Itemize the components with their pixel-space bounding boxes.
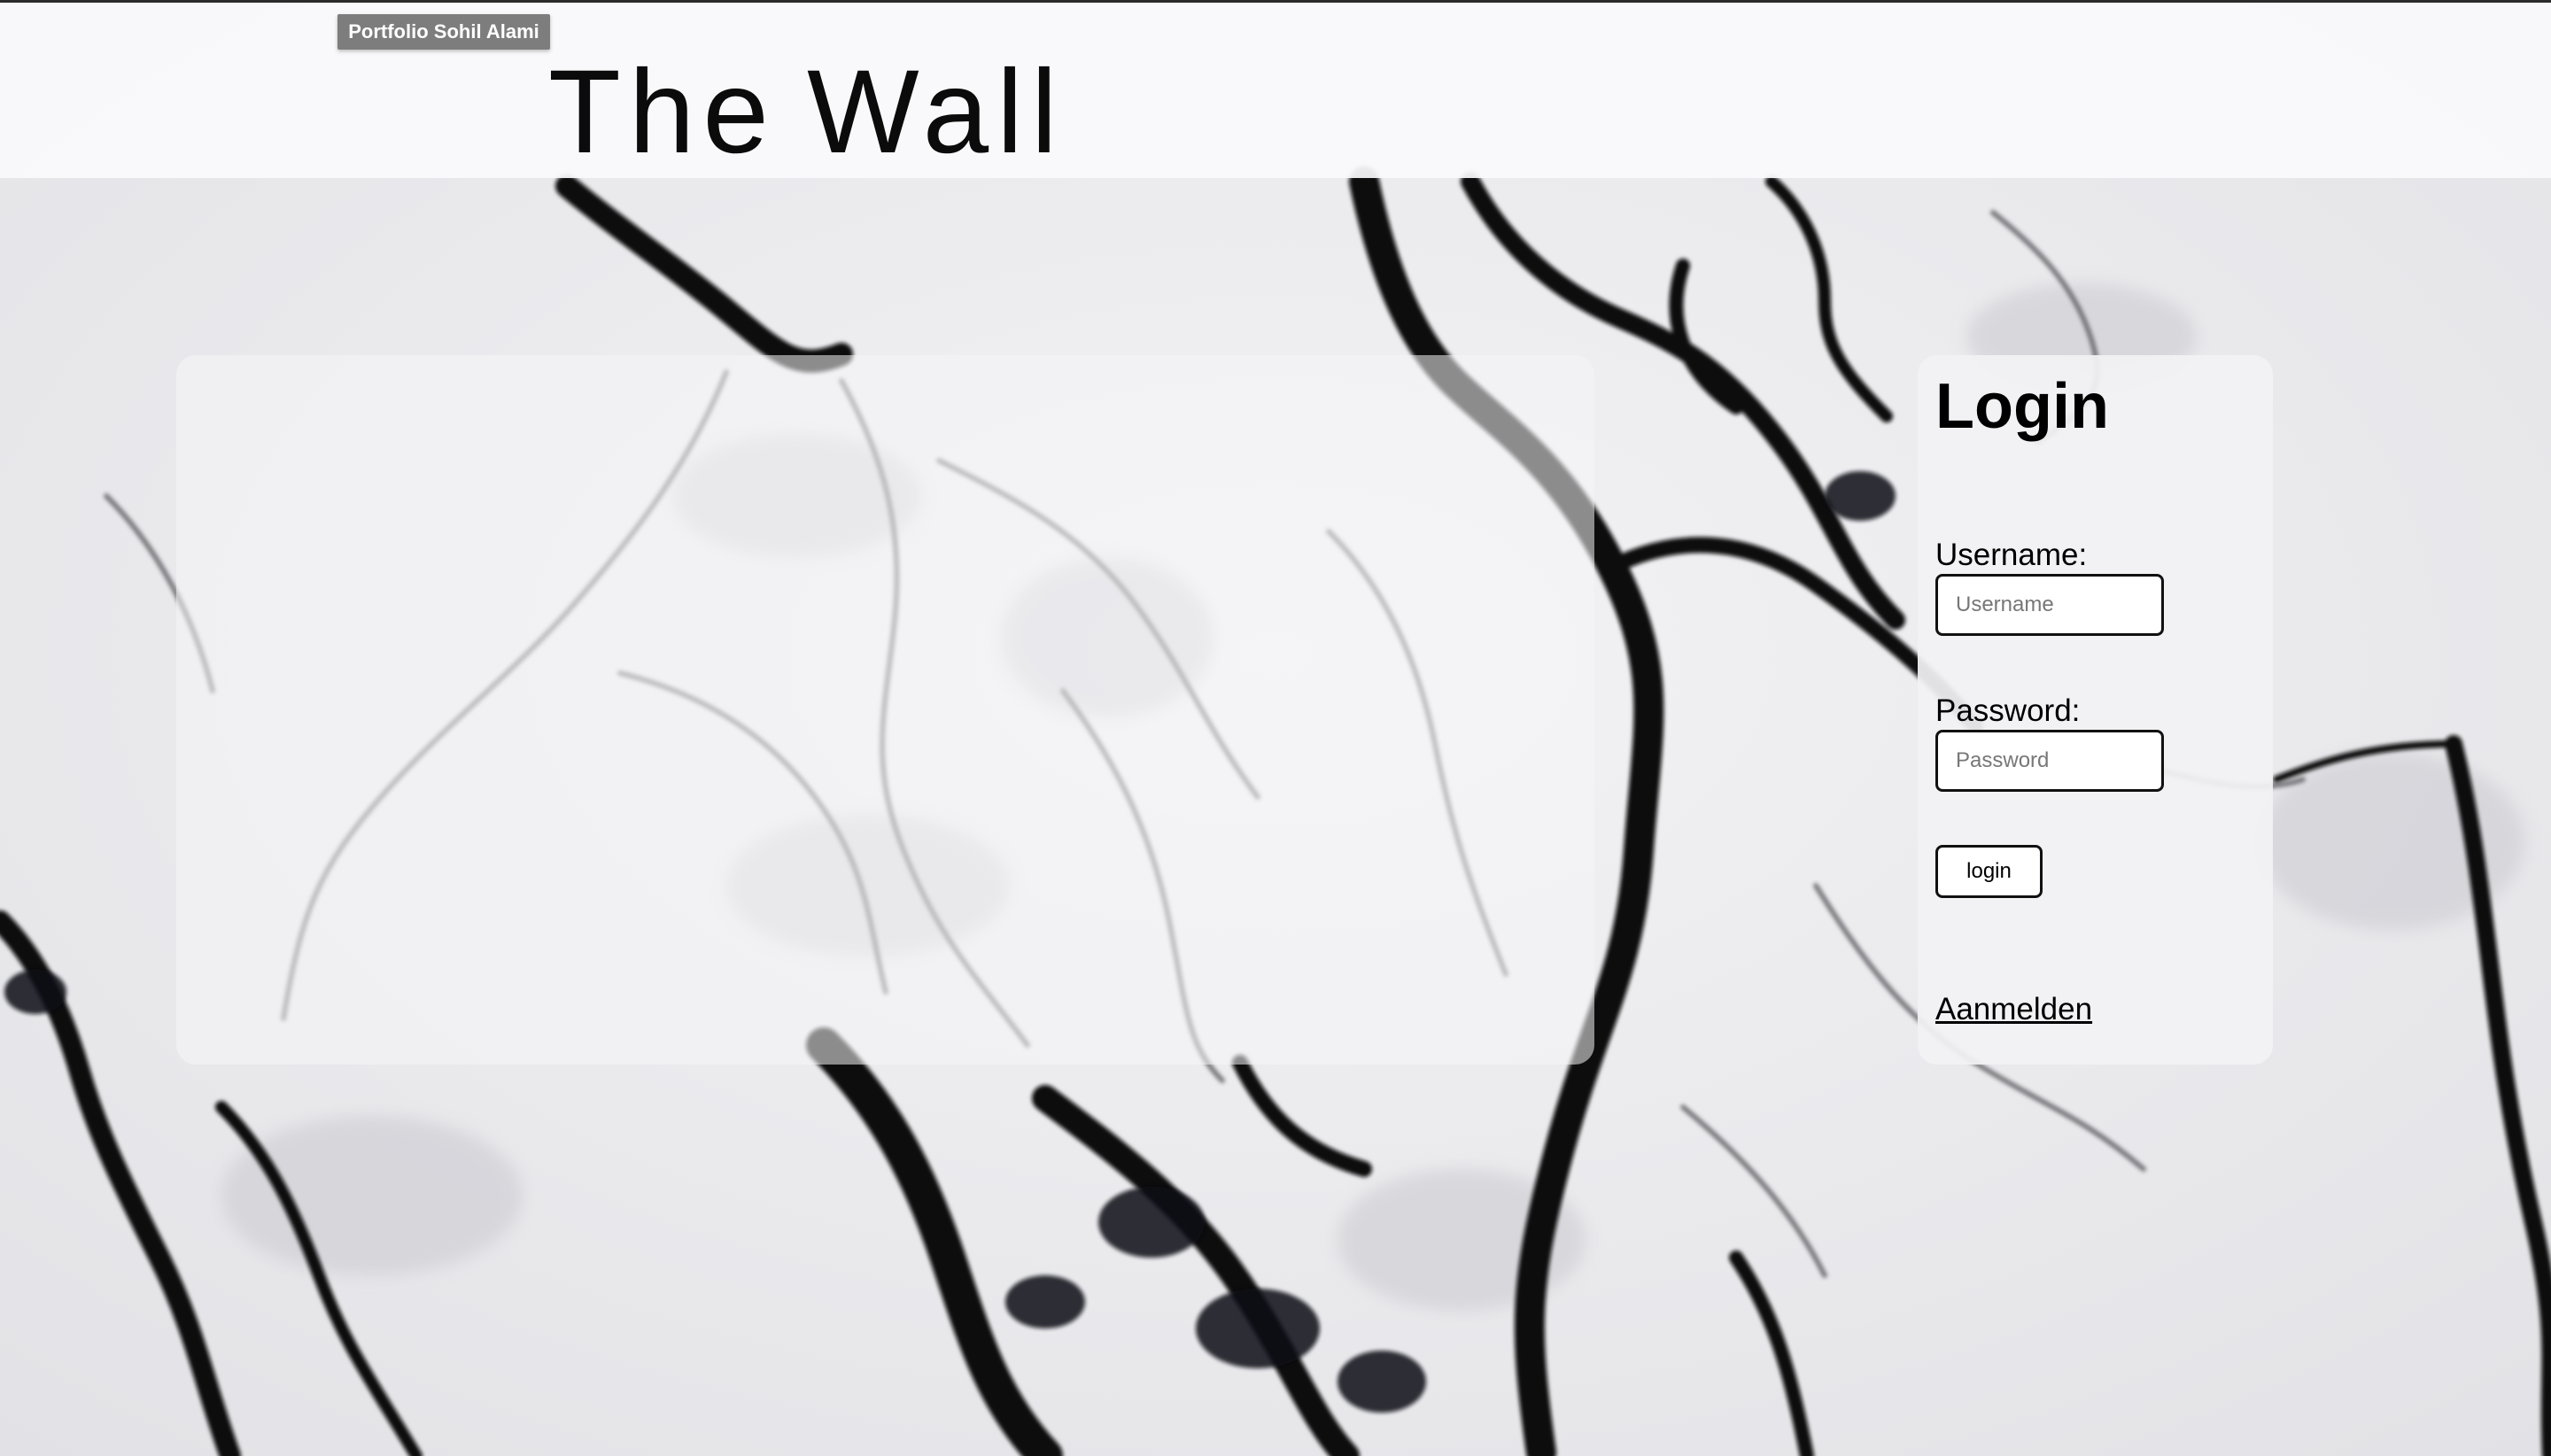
password-label: Password: xyxy=(1935,693,2081,728)
login-heading: Login xyxy=(1935,371,2109,442)
site-title: The Wall xyxy=(548,46,1066,178)
content-panel xyxy=(176,355,1594,1065)
password-input[interactable] xyxy=(1935,730,2164,792)
login-button[interactable]: login xyxy=(1935,845,2043,898)
signup-link[interactable]: Aanmelden xyxy=(1935,991,2092,1028)
username-input[interactable] xyxy=(1935,574,2164,636)
top-border-line xyxy=(0,0,2551,3)
login-panel: Login Username: Password: login Aanmelde… xyxy=(1918,355,2273,1065)
portfolio-button[interactable]: Portfolio Sohil Alami xyxy=(337,14,550,50)
username-label: Username: xyxy=(1935,538,2088,572)
